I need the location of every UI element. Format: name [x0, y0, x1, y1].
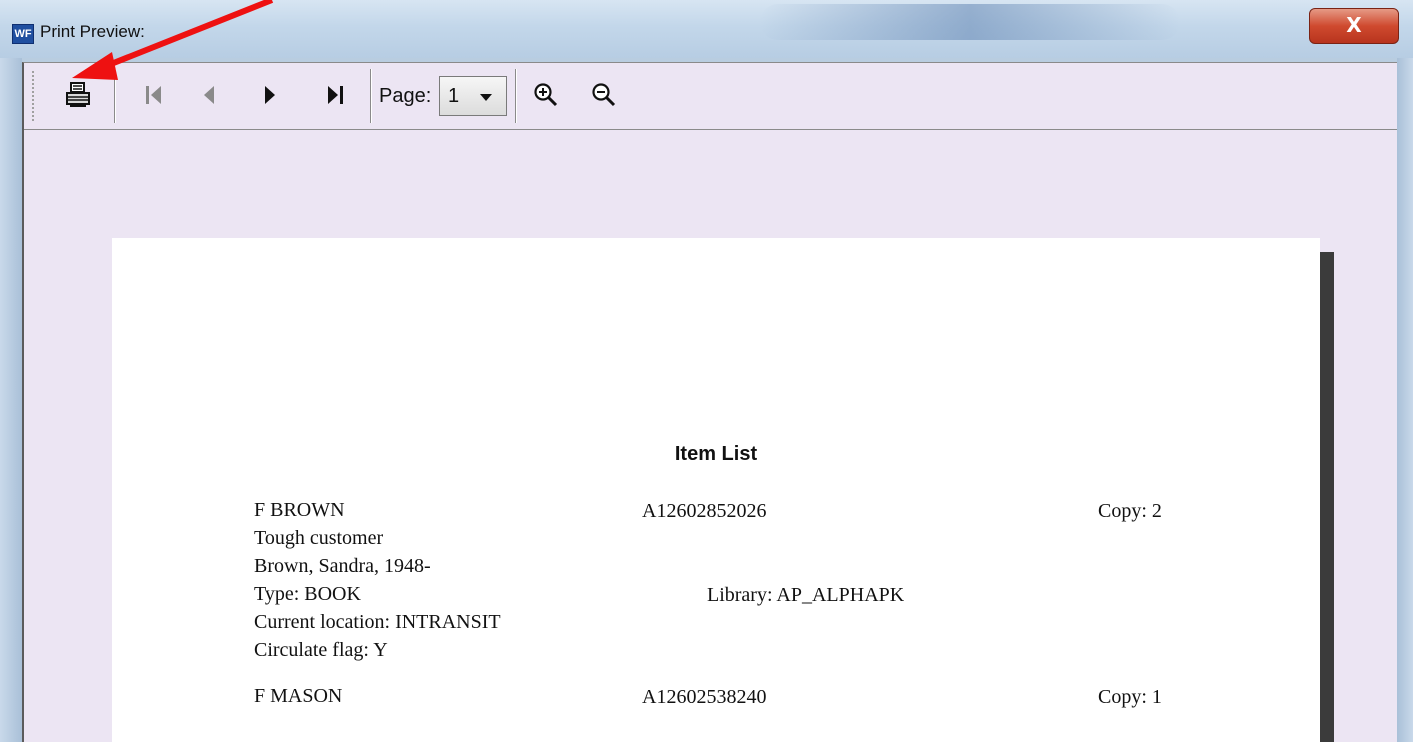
record-library: Library: AP_ALPHAPK: [707, 584, 905, 606]
window-title: Print Preview:: [40, 22, 145, 41]
record-item-id: A12602538240: [642, 686, 767, 708]
record-author: Brown, Sandra, 1948-: [254, 555, 431, 577]
first-page-button[interactable]: [134, 73, 174, 117]
page-shadow: [1320, 252, 1334, 742]
record-circulate-flag: Circulate flag: Y: [254, 639, 388, 661]
record-location: Current location: INTRANSIT: [254, 611, 501, 633]
last-page-button[interactable]: [316, 73, 356, 117]
next-page-button[interactable]: [250, 73, 290, 117]
prev-page-icon: [204, 86, 214, 104]
last-page-icon: [328, 86, 343, 104]
page-label: Page:: [379, 85, 432, 107]
record-call-number: F MASON: [254, 685, 343, 707]
zoom-out-icon: [592, 83, 616, 107]
client-area: Page: 1 Item List F BROWN A12602852026 C…: [22, 62, 1397, 742]
print-button[interactable]: [58, 73, 98, 117]
print-preview-window: WF Print Preview: X Page: 1 Item List F …: [0, 0, 1413, 742]
toolbar-grip[interactable]: [32, 71, 37, 121]
next-page-icon: [265, 86, 275, 104]
record-title: Tough customer: [254, 527, 384, 549]
chevron-down-icon[interactable]: [480, 94, 492, 101]
printer-icon: [66, 82, 90, 107]
prev-page-button[interactable]: [189, 73, 229, 117]
app-icon: WF: [12, 24, 34, 44]
record-copy: Copy: 2: [1098, 500, 1162, 522]
preview-toolbar: Page: 1: [24, 63, 1397, 130]
window-frame-right: [1397, 58, 1413, 742]
title-bar[interactable]: WF Print Preview: X: [0, 0, 1413, 58]
close-button[interactable]: X: [1309, 8, 1399, 44]
record-copy: Copy: 1: [1098, 686, 1162, 708]
record-item-id: A12602852026: [642, 500, 767, 522]
record-call-number: F BROWN: [254, 499, 345, 521]
preview-page: Item List F BROWN A12602852026 Copy: 2 T…: [112, 238, 1320, 742]
zoom-in-icon: [534, 83, 558, 107]
toolbar-separator: [370, 69, 372, 123]
first-page-icon: [146, 86, 161, 104]
toolbar-separator: [515, 69, 517, 123]
page-select[interactable]: 1: [439, 76, 507, 116]
report-title: Item List: [674, 443, 758, 465]
title-bar-highlight: [760, 4, 1180, 40]
zoom-in-button[interactable]: [526, 73, 566, 117]
zoom-out-button[interactable]: [584, 73, 624, 117]
record-type: Type: BOOK: [254, 583, 361, 605]
page-select-value: 1: [448, 85, 460, 107]
toolbar-separator: [114, 69, 116, 123]
window-frame-left: [0, 58, 22, 742]
preview-viewport[interactable]: Item List F BROWN A12602852026 Copy: 2 T…: [24, 130, 1397, 742]
